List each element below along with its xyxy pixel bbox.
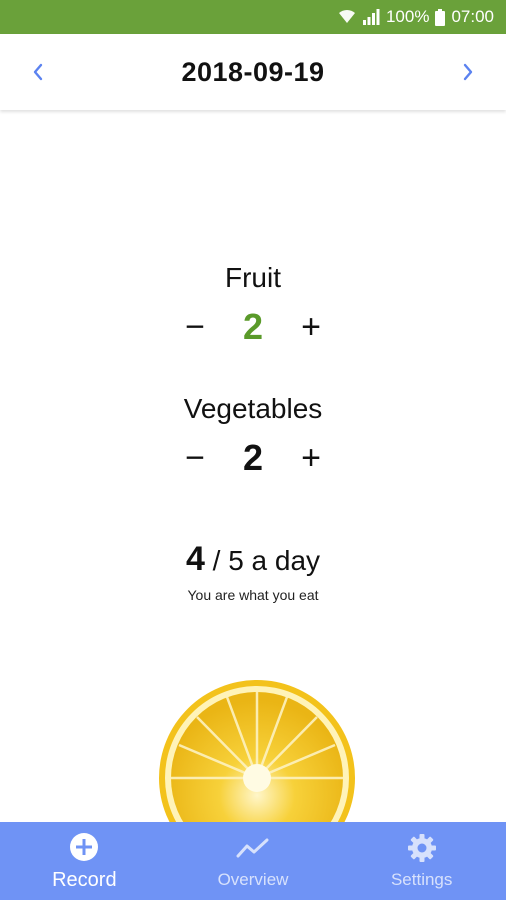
total-count: 4 [185, 540, 205, 578]
vegetables-decrement-button[interactable]: − [180, 441, 210, 475]
fruit-increment-button[interactable]: + [296, 310, 326, 344]
fruit-counter: Fruit − 2 + [0, 262, 506, 348]
fruit-count: 2 [242, 306, 264, 347]
vegetables-count: 2 [242, 437, 264, 478]
vegetables-counter: Vegetables − 2 + [0, 393, 506, 479]
signal-icon [362, 9, 380, 25]
next-day-button[interactable] [452, 56, 484, 88]
vegetables-label: Vegetables [183, 393, 323, 424]
wifi-icon [338, 9, 356, 25]
date-header: 2018-09-19 [0, 34, 506, 110]
daily-goal-text: / 5 a day [204, 545, 321, 576]
tagline: You are what you eat [187, 587, 319, 603]
nav-settings[interactable]: Settings [337, 822, 506, 900]
trend-line-icon [236, 832, 270, 864]
chevron-right-icon [463, 63, 473, 81]
vegetables-increment-button[interactable]: + [296, 441, 326, 475]
status-time: 07:00 [451, 7, 494, 26]
nav-overview-label: Overview [217, 870, 289, 889]
gear-icon [407, 832, 437, 864]
battery-icon [435, 8, 446, 26]
daily-summary: 4 / 5 a day You are what you eat [0, 540, 506, 603]
nav-record[interactable]: Record [0, 822, 169, 900]
nav-settings-label: Settings [390, 870, 453, 889]
previous-day-button[interactable] [22, 56, 54, 88]
battery-percentage: 100% [385, 7, 430, 26]
page-title[interactable]: 2018-09-19 [181, 57, 324, 88]
bottom-navigation: Record Overview Settings [0, 822, 506, 900]
add-circle-icon [69, 831, 99, 863]
nav-record-label: Record [52, 868, 117, 891]
nav-overview[interactable]: Overview [169, 822, 338, 900]
status-bar: 100% 07:00 [0, 0, 506, 34]
fruit-decrement-button[interactable]: − [180, 310, 210, 344]
fruit-label: Fruit [225, 262, 281, 293]
orange-slice-image [157, 680, 357, 830]
chevron-left-icon [33, 63, 43, 81]
